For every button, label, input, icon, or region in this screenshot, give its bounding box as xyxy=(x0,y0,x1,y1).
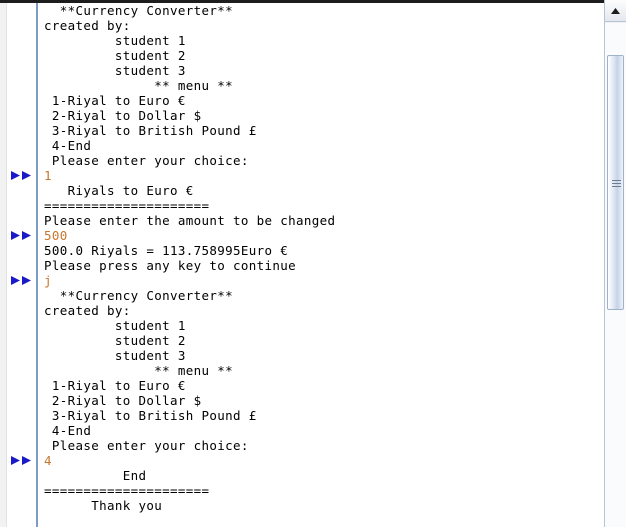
console-output-pane[interactable]: **Currency Converter** created by: studen… xyxy=(0,3,604,527)
console-line-text: **Currency Converter** xyxy=(44,288,234,303)
console-line-text: 4-End xyxy=(44,138,92,153)
double-right-triangle-icon xyxy=(11,231,31,240)
console-line-text: 4-End xyxy=(44,423,92,438)
console-line-text: Thank you xyxy=(44,498,163,513)
console-line-text: student 1 xyxy=(44,318,186,333)
console-line-text: Please enter your choice: xyxy=(44,438,249,453)
console-output-line: 4-End xyxy=(0,423,604,438)
console-line-text: created by: xyxy=(44,18,131,33)
console-window: **Currency Converter** created by: studen… xyxy=(0,0,626,527)
console-line-text: 3-Riyal to British Pound £ xyxy=(44,123,257,138)
console-line-text: 2-Riyal to Dollar $ xyxy=(44,108,202,123)
console-output-line: Please enter the amount to be changed xyxy=(0,213,604,228)
console-line-text: 1 xyxy=(44,168,52,183)
console-line-text: 4 xyxy=(44,453,52,468)
console-line-text: student 1 xyxy=(44,33,186,48)
console-output-line: Thank you xyxy=(0,498,604,513)
console-output-line: 1-Riyal to Euro € xyxy=(0,93,604,108)
console-output-line: ===================== xyxy=(0,198,604,213)
console-output-line: Please enter your choice: xyxy=(0,153,604,168)
console-output-line: student 2 xyxy=(0,48,604,63)
console-line-text: student 3 xyxy=(44,63,186,78)
console-output-line: 2-Riyal to Dollar $ xyxy=(0,393,604,408)
console-line-text: 1-Riyal to Euro € xyxy=(44,93,186,108)
console-line-text: ** menu ** xyxy=(44,363,234,378)
console-output-line: Riyals to Euro € xyxy=(0,183,604,198)
console-line-text: ===================== xyxy=(44,198,210,213)
console-line-text: student 3 xyxy=(44,348,186,363)
console-output-line: 1-Riyal to Euro € xyxy=(0,378,604,393)
console-output-line: 2-Riyal to Dollar $ xyxy=(0,108,604,123)
console-input-line: j xyxy=(0,273,604,288)
console-output-line: 500.0 Riyals = 113.758995Euro € xyxy=(0,243,604,258)
console-output-line: 3-Riyal to British Pound £ xyxy=(0,408,604,423)
console-line-text: Riyals to Euro € xyxy=(44,183,194,198)
vertical-scrollbar[interactable] xyxy=(604,0,626,527)
console-line-text: 1-Riyal to Euro € xyxy=(44,378,186,393)
console-line-text: ** menu ** xyxy=(44,78,234,93)
console-line-text: 3-Riyal to British Pound £ xyxy=(44,408,257,423)
console-output-line: 3-Riyal to British Pound £ xyxy=(0,123,604,138)
console-line-text: created by: xyxy=(44,303,131,318)
console-output-line: student 1 xyxy=(0,33,604,48)
double-right-triangle-icon xyxy=(11,171,31,180)
console-output-line: ** menu ** xyxy=(0,363,604,378)
console-output-line: ** menu ** xyxy=(0,78,604,93)
console-line-text: Please enter the amount to be changed xyxy=(44,213,336,228)
console-output-line: **Currency Converter** xyxy=(0,3,604,18)
console-output-line: 4-End xyxy=(0,138,604,153)
console-line-text: ===================== xyxy=(44,483,210,498)
console-output-line: End xyxy=(0,468,604,483)
console-line-text: 500.0 Riyals = 113.758995Euro € xyxy=(44,243,289,258)
console-output-line: student 3 xyxy=(0,63,604,78)
console-line-text: j xyxy=(44,273,52,288)
double-right-triangle-icon xyxy=(11,276,31,285)
console-line-text: 2-Riyal to Dollar $ xyxy=(44,393,202,408)
console-line-text: Please press any key to continue xyxy=(44,258,297,273)
console-output-line: Please press any key to continue xyxy=(0,258,604,273)
double-right-triangle-icon xyxy=(11,456,31,465)
scrollbar-track[interactable] xyxy=(605,23,626,527)
console-line-text: **Currency Converter** xyxy=(44,3,234,18)
scrollbar-thumb[interactable] xyxy=(607,55,624,310)
console-line-text: End xyxy=(44,468,147,483)
console-line-text: student 2 xyxy=(44,48,186,63)
console-output-line: student 2 xyxy=(0,333,604,348)
console-output-line: student 1 xyxy=(0,318,604,333)
console-output-line: ===================== xyxy=(0,483,604,498)
console-output-line: created by: xyxy=(0,18,604,33)
scroll-up-button[interactable] xyxy=(605,0,626,22)
console-line-text: 500 xyxy=(44,228,68,243)
console-input-line: 1 xyxy=(0,168,604,183)
console-line-text: Please enter your choice: xyxy=(44,153,249,168)
console-line-text: student 2 xyxy=(44,333,186,348)
caret-up-icon xyxy=(611,7,620,14)
console-output-line: created by: xyxy=(0,303,604,318)
console-input-line: 4 xyxy=(0,453,604,468)
console-output-line: student 3 xyxy=(0,348,604,363)
grip-lines-icon xyxy=(612,180,621,187)
console-output-line: Please enter your choice: xyxy=(0,438,604,453)
console-input-line: 500 xyxy=(0,228,604,243)
console-line-list: **Currency Converter** created by: studen… xyxy=(0,3,604,527)
console-output-line: **Currency Converter** xyxy=(0,288,604,303)
